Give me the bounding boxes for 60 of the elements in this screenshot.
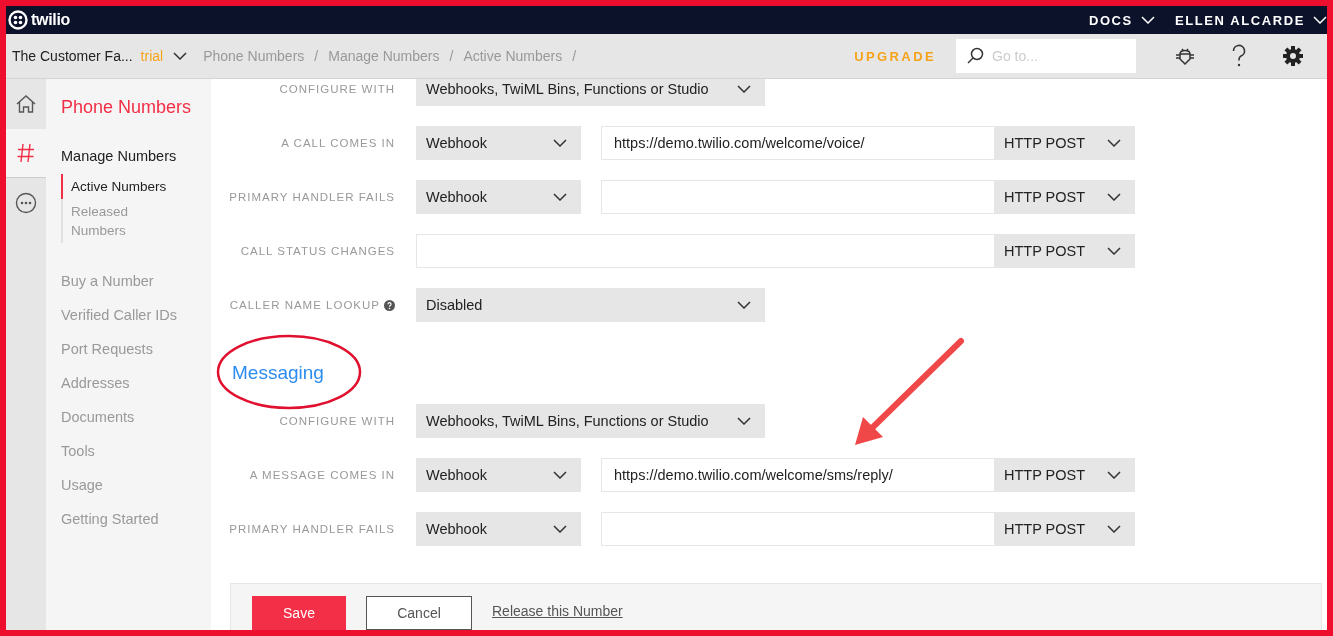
field-label: CONFIGURE WITH [279,83,395,95]
help-icon[interactable] [1231,44,1247,68]
field-label: PRIMARY HANDLER FAILS [229,523,395,535]
release-link[interactable]: Release this Number [492,596,623,626]
field-label: CONFIGURE WITH [279,415,395,427]
account-menu[interactable]: The Customer Fa... trial [6,48,188,64]
method-dropdown[interactable]: HTTP POST [994,234,1135,268]
method-dropdown[interactable]: HTTP POST [994,126,1135,160]
dropdown[interactable]: Webhook [416,126,581,160]
breadcrumb-separator: / [314,48,319,64]
field-label: CALL STATUS CHANGES [240,245,395,257]
field-label: PRIMARY HANDLER FAILS [229,191,395,203]
hash-icon [16,142,36,164]
home-icon [15,93,37,115]
chevron-down-icon [737,85,751,93]
dropdown[interactable]: Webhook [416,458,581,492]
logo-icon [8,10,28,30]
chevron-down-icon [1313,16,1327,24]
more-icon [15,192,37,214]
sidebar-section[interactable]: Manage Numbers [61,148,211,164]
field-label: CALLER NAME LOOKUP [229,299,380,311]
brand-name: twilio [31,11,71,29]
sidebar-title: Phone Numbers [61,97,193,118]
breadcrumb-separator: / [449,48,454,64]
chevron-down-icon [1107,471,1121,479]
cancel-button[interactable]: Cancel [366,596,472,630]
chevron-down-icon [1107,193,1121,201]
chevron-down-icon [1107,525,1121,533]
dropdown[interactable]: Webhook [416,180,581,214]
url-input[interactable]: https://demo.twilio.com/welcome/voice/ [601,126,994,160]
url-input[interactable] [416,234,994,268]
method-dropdown[interactable]: HTTP POST [994,458,1135,492]
method-dropdown[interactable]: HTTP POST [994,180,1135,214]
chevron-down-icon [553,193,567,201]
chevron-down-icon [1140,16,1155,24]
chevron-down-icon [737,417,751,425]
chevron-down-icon [1107,139,1121,147]
breadcrumb-separator: / [572,48,577,64]
sidebar-item[interactable]: Active Numbers [61,174,171,199]
chevron-down-icon [553,525,567,533]
field-label: A MESSAGE COMES IN [249,469,395,481]
dropdown[interactable]: Webhooks, TwiML Bins, Functions or Studio [416,404,765,438]
chevron-down-icon [1107,247,1121,255]
chevron-down-icon [553,139,567,147]
chevron-down-icon [737,301,751,309]
dropdown[interactable]: Disabled [416,288,765,322]
chevron-down-icon [173,52,188,60]
method-dropdown[interactable]: HTTP POST [994,512,1135,546]
section-heading: Messaging [232,362,325,384]
save-button[interactable]: Save [252,596,346,630]
url-input[interactable] [601,180,994,214]
dropdown[interactable]: Webhooks, TwiML Bins, Functions or Studio [416,79,765,106]
dropdown[interactable]: Webhook [416,512,581,546]
nav-menu[interactable]: ELLEN ALCARDE [1174,12,1327,28]
nav-menu[interactable]: DOCS [1088,12,1155,28]
settings-icon[interactable] [1282,45,1304,67]
chevron-down-icon [553,471,567,479]
url-input[interactable]: https://demo.twilio.com/welcome/sms/reply/ [601,458,994,492]
url-input[interactable] [601,512,994,546]
field-label: A CALL COMES IN [281,137,395,149]
